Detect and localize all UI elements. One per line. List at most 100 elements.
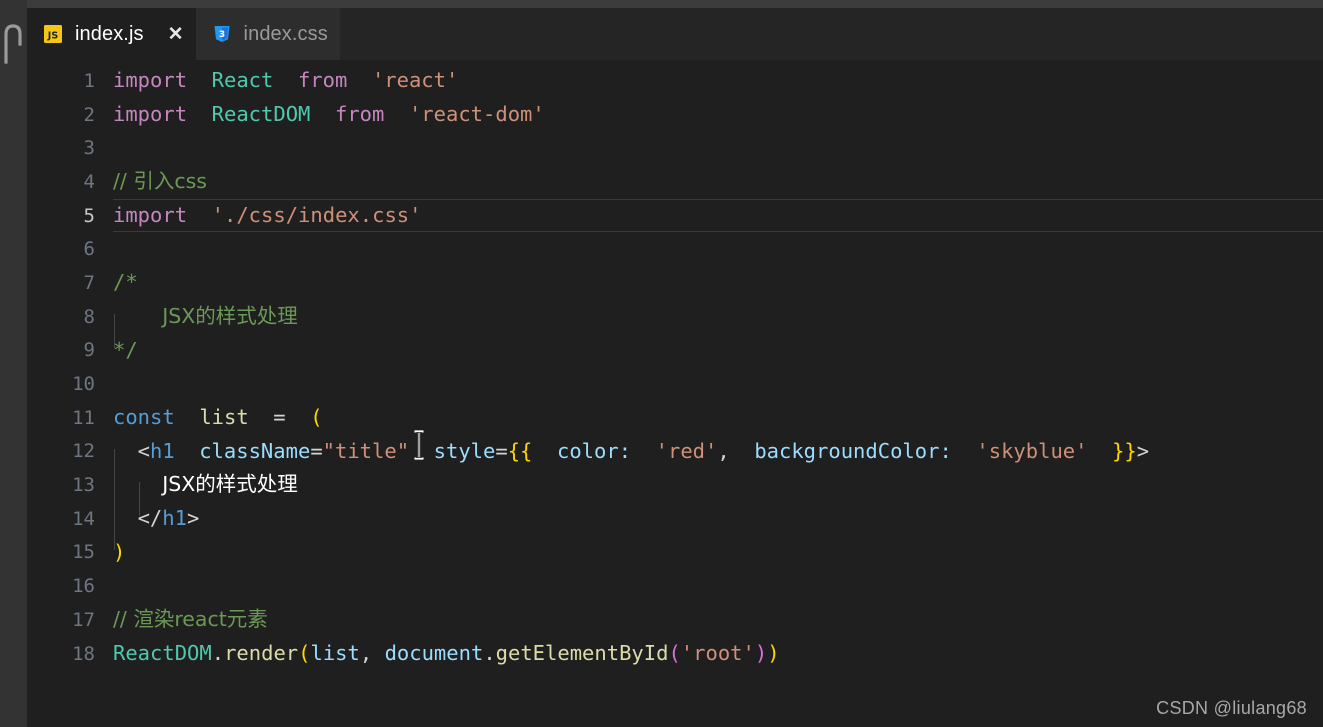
svg-text:3: 3 [218,30,224,40]
line-content[interactable]: import './css/index.css' [113,199,421,233]
line-number: 2 [83,103,95,126]
tab-index-js[interactable]: JS index.js ✕ [27,8,196,60]
token-style-key-background: backgroundColor: [754,438,952,463]
line-content[interactable]: </h1> [113,502,200,550]
line-number: 11 [72,406,95,429]
line-content[interactable]: // 渲染react元素 [113,603,268,637]
code-line: 7 /* [27,266,1323,300]
token-style-value-skyblue: 'skyblue' [976,438,1088,463]
token-paren-open: ( [298,640,311,665]
line-content[interactable]: ReactDOM.render(list, document.getElemen… [113,637,780,671]
token-from: from [297,68,348,92]
line-content[interactable]: const list = ( [113,401,323,435]
token-root-id: 'root' [680,640,755,665]
line-number: 3 [83,137,95,160]
vscode-window: JS index.js ✕ 3 index.css 1 import React f… [0,0,1323,727]
code-line: 14 </h1> [27,502,1323,550]
token-reactdom: ReactDOM [113,640,212,665]
explorer-icon[interactable] [2,22,24,64]
token-equals: = [495,438,508,463]
code-line: 18 ReactDOM.render(list, document.getEle… [27,637,1323,671]
line-number: 15 [72,541,95,564]
code-line: 16 [27,569,1323,603]
token-const: const [113,404,175,429]
svg-text:JS: JS [47,31,59,42]
token-angle-open: < [137,438,150,463]
token-module: './css/index.css' [211,202,422,227]
token-paren-open: ( [310,404,323,429]
line-number: 17 [72,608,95,631]
token-jsx-text: JSX的样式处理 [162,472,298,497]
token-angle-close: > [1136,438,1150,463]
token-tag-h1: h1 [162,505,187,530]
line-number: 1 [83,69,95,92]
line-content[interactable]: JSX的样式处理 [113,468,298,517]
token-paren-close-inner: ) [754,640,768,665]
line-number: 8 [83,305,95,328]
token-module: 'react' [371,68,459,92]
token-module: 'react-dom' [408,101,545,126]
line-number: 18 [72,642,95,665]
code-line: 10 [27,367,1323,401]
code-line: 15 ) [27,536,1323,570]
token-paren-close: ) [767,640,780,665]
code-line: 11 const list = ( [27,401,1323,435]
token-prop-style: style [433,438,496,463]
code-line: 3 [27,131,1323,165]
css-file-icon: 3 [214,26,230,42]
token-react: React [211,68,274,92]
line-content[interactable]: JSX的样式处理 [113,300,298,348]
tab-index-css[interactable]: 3 index.css [195,8,340,60]
token-tag-h1: h1 [149,438,175,463]
token-angle-close: > [186,505,200,530]
code-line: 12 <h1 className="title" style={{color:'re… [27,435,1323,483]
line-content[interactable]: ) [113,536,125,570]
token-arg-list: list [310,640,360,665]
line-content[interactable]: */ [113,334,138,368]
line-number: 7 [83,271,95,294]
line-content[interactable]: <h1 className="title" style={{color:'red',… [113,435,1150,483]
code-editor[interactable]: 1 import React from 'react' 2 import ReactDO… [27,60,1323,687]
csdn-watermark: CSDN @liulang68 [1156,698,1307,718]
line-number: 12 [72,440,95,463]
code-line: 4 // 引入css [27,165,1323,199]
token-comma: , [359,640,385,665]
tab-close-icon[interactable]: ✕ [168,25,184,44]
token-brace-open: {{ [507,438,533,463]
line-content[interactable]: /* [113,266,138,300]
code-line: 6 [27,232,1323,266]
token-paren-open-inner: ( [668,640,681,665]
tab-label: index.css [243,22,328,45]
token-from: from [335,101,385,126]
line-number: 13 [72,474,95,497]
line-content[interactable]: // 引入css [113,165,207,199]
token-dot: . [483,640,496,665]
token-comment-body: JSX的样式处理 [162,303,298,328]
line-number: 6 [83,238,95,261]
token-import: import [113,202,188,227]
code-line: 13 JSX的样式处理 [27,468,1323,517]
line-number: 9 [83,339,95,362]
line-number: 14 [72,507,95,530]
token-prop-classname: className [199,438,311,463]
editor-bottom-area [27,687,1323,727]
token-brace-close: }} [1112,438,1137,463]
code-line: 9 */ [27,334,1323,368]
line-content[interactable]: import React from 'react' [113,64,458,98]
javascript-file-icon: JS [44,25,62,43]
token-reactdom: ReactDOM [211,101,311,126]
token-equals: = [310,438,323,463]
token-import: import [113,101,188,126]
token-document: document [384,640,484,665]
line-content[interactable]: import ReactDOM from 'react-dom' [113,98,545,132]
editor-tab-bar: JS index.js ✕ 3 index.css [27,8,1323,60]
token-angle-close-open: </ [137,505,163,530]
code-line: 1 import React from 'react' [27,64,1323,98]
code-line: 17 // 渲染react元素 [27,603,1323,637]
code-lines: 1 import React from 'react' 2 import ReactDO… [27,60,1323,670]
token-style-value-red: 'red' [655,438,718,463]
token-dot: . [211,640,225,665]
code-line-current: 5 import './css/index.css' [27,198,1323,233]
token-class-value: "title" [322,438,410,463]
token-import: import [113,68,188,92]
